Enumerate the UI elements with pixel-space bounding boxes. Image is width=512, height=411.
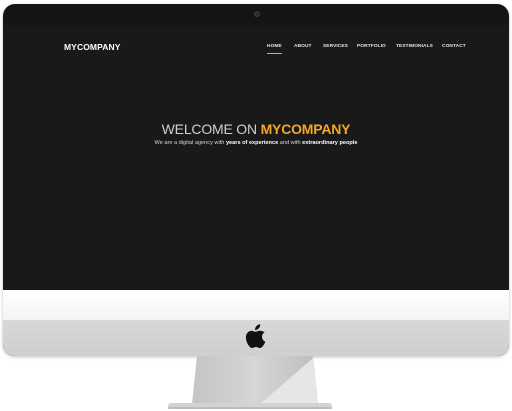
nav-item-testimonials[interactable]: TESTIMONIALS (396, 44, 433, 49)
hero-title-highlight: MYCOMPANY (260, 121, 351, 137)
site-nav: HOME ABOUT SERVICES PORTFOLIO TESTIMONIA… (3, 44, 509, 58)
hero-title-prefix: WELCOME ON (161, 121, 261, 137)
nav-item-home[interactable]: HOME (267, 44, 282, 54)
hero-subtitle-bold1: years of experience (225, 140, 279, 146)
nav-item-services[interactable]: SERVICES (323, 44, 348, 49)
hero-subtitle-part2: and with (278, 140, 303, 146)
nav-item-about[interactable]: ABOUT (294, 44, 312, 49)
nav-item-contact[interactable]: CONTACT (442, 44, 466, 49)
hero-subtitle: We are a digital agency with years of ex… (3, 140, 509, 146)
hero-subtitle-part1: We are a digital agency with (154, 140, 226, 146)
imac-mockup: MYCOMPANY HOME ABOUT SERVICES PORTFOLIO … (0, 0, 512, 411)
hero-title: WELCOME ON MYCOMPANY (3, 121, 509, 137)
monitor-frame: MYCOMPANY HOME ABOUT SERVICES PORTFOLIO … (3, 4, 509, 356)
monitor-stand (168, 356, 332, 409)
website-screen: MYCOMPANY HOME ABOUT SERVICES PORTFOLIO … (3, 25, 509, 290)
nav-item-portfolio[interactable]: PORTFOLIO (357, 44, 386, 49)
monitor-bezel-strip (3, 290, 509, 320)
hero-subtitle-bold2: extraordinary people (302, 140, 358, 146)
webcam-icon (254, 11, 260, 17)
apple-logo-icon (245, 324, 266, 349)
